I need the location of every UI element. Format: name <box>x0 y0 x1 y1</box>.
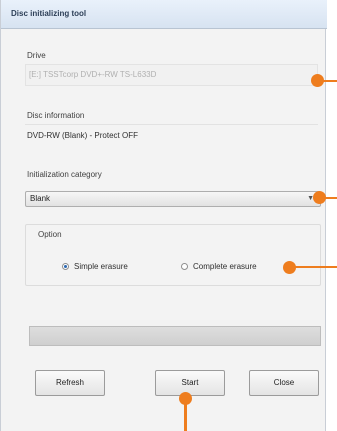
drive-label: Drive <box>27 51 46 60</box>
disc-information-value: DVD-RW (Blank) - Protect OFF <box>27 131 138 140</box>
refresh-button[interactable]: Refresh <box>35 370 105 396</box>
initialization-category-select[interactable]: Blank ▼ <box>25 191 321 207</box>
progress-bar <box>29 326 321 346</box>
disc-initializing-window: Disc initializing tool Drive [E:] TSSTco… <box>0 0 327 431</box>
simple-erasure-label: Simple erasure <box>74 262 128 271</box>
callout-line-category <box>322 197 337 199</box>
option-label: Option <box>38 230 62 239</box>
initialization-category-selected-value: Blank <box>30 194 51 203</box>
drive-field: [E:] TSSTcorp DVD+-RW TS-L633D <box>25 64 318 86</box>
complete-erasure-radio[interactable]: Complete erasure <box>181 262 257 271</box>
start-button[interactable]: Start <box>155 370 225 396</box>
simple-erasure-radio[interactable]: Simple erasure <box>62 262 128 271</box>
window-title: Disc initializing tool <box>11 9 87 18</box>
option-group <box>25 224 321 286</box>
initialization-category-label: Initialization category <box>27 170 102 179</box>
callout-line-option <box>292 266 337 268</box>
radio-selected-icon <box>62 263 69 270</box>
complete-erasure-label: Complete erasure <box>193 262 257 271</box>
disc-information-label: Disc information <box>27 111 85 120</box>
divider <box>25 124 318 125</box>
radio-unselected-icon <box>181 263 188 270</box>
callout-line-drive <box>320 80 337 82</box>
title-bar: Disc initializing tool <box>1 0 327 29</box>
callout-line-start <box>184 400 187 431</box>
close-button[interactable]: Close <box>249 370 319 396</box>
